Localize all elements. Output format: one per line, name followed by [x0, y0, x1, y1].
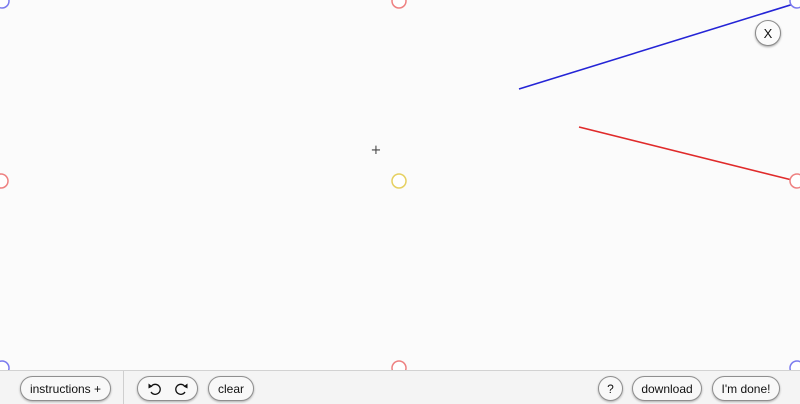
blue-line	[518, 1, 800, 90]
help-button[interactable]: ?	[598, 376, 623, 401]
crosshair-cursor: +	[371, 143, 382, 158]
toolbar-divider	[123, 371, 124, 404]
done-button[interactable]: I'm done!	[712, 376, 780, 401]
handle-bottom-left[interactable]	[0, 360, 10, 370]
drawing-app: + X instructions + clear ? download I'm …	[0, 0, 800, 404]
handle-center[interactable]	[391, 173, 407, 189]
handle-top-left[interactable]	[0, 0, 10, 9]
close-button[interactable]: X	[755, 20, 781, 46]
handle-top-center[interactable]	[391, 0, 407, 9]
undo-redo-group	[137, 376, 198, 401]
bottom-toolbar: instructions + clear ? download I'm done…	[0, 370, 800, 404]
redo-icon[interactable]	[173, 382, 189, 396]
handle-middle-left[interactable]	[0, 173, 9, 189]
anchor-handles	[0, 0, 800, 370]
handle-middle-right[interactable]	[789, 173, 800, 189]
handle-bottom-center[interactable]	[391, 360, 407, 370]
download-button[interactable]: download	[632, 376, 702, 401]
clear-button[interactable]: clear	[208, 376, 254, 401]
red-line	[578, 126, 797, 182]
handle-bottom-right[interactable]	[789, 360, 800, 370]
instructions-button[interactable]: instructions +	[20, 376, 111, 401]
handle-top-right[interactable]	[789, 0, 800, 9]
undo-icon[interactable]	[147, 382, 163, 396]
drawing-canvas[interactable]: +	[0, 0, 800, 370]
